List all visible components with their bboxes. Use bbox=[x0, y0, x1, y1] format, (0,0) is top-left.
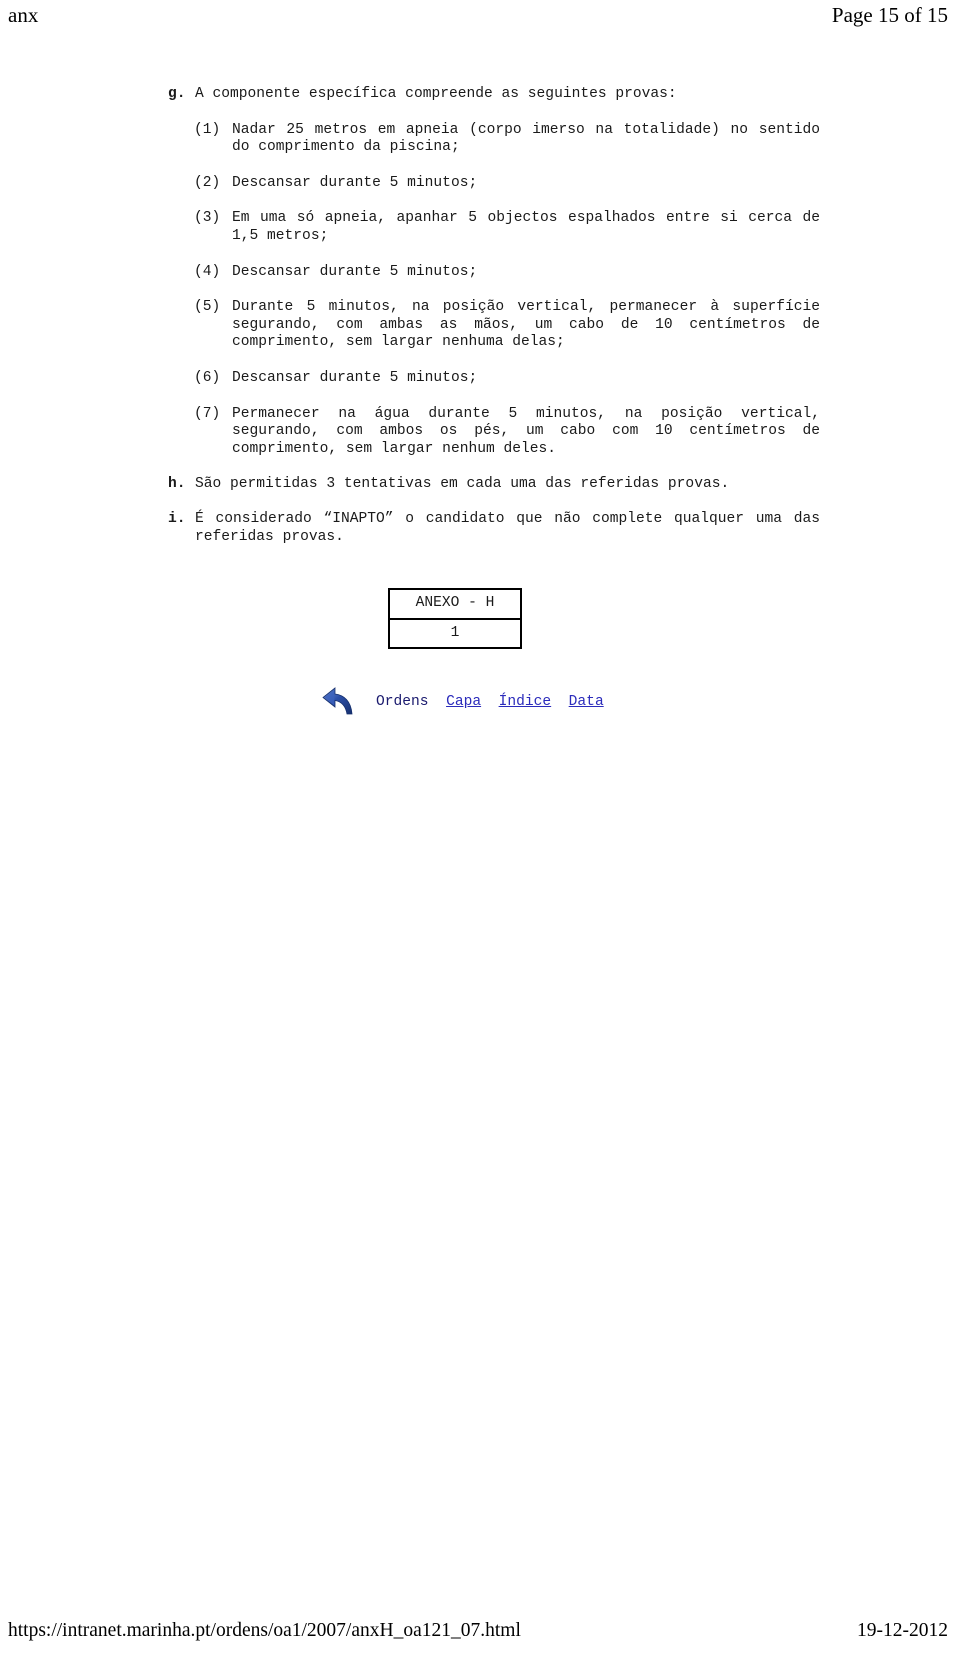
print-header: anx Page 15 of 15 bbox=[0, 0, 960, 34]
clause-marker: (6) bbox=[194, 369, 221, 386]
clause-text: É considerado “INAPTO” o candidato que n… bbox=[195, 510, 820, 545]
clause-i: i. É considerado “INAPTO” o candidato qu… bbox=[0, 511, 960, 546]
clause-text: Descansar durante 5 minutos; bbox=[232, 369, 478, 386]
clause-marker: g. bbox=[168, 86, 186, 102]
clause-marker: (3) bbox=[194, 210, 221, 227]
clause-4: (4) Descansar durante 5 minutos; bbox=[0, 264, 960, 282]
document-body: g. A componente específica compreende as… bbox=[0, 86, 960, 719]
anexo-page-number-cell: 1 bbox=[388, 617, 522, 650]
clause-6: (6) Descansar durante 5 minutos; bbox=[0, 370, 960, 388]
nav-item-data[interactable]: Data bbox=[569, 694, 604, 710]
anexo-title-cell: ANEXO - H bbox=[388, 588, 522, 620]
nav-item-capa[interactable]: Capa bbox=[446, 694, 481, 710]
clause-text: Descansar durante 5 minutos; bbox=[232, 263, 478, 280]
clause-1: (1) Nadar 25 metros em apneia (corpo ime… bbox=[0, 122, 960, 157]
clause-text: Durante 5 minutos, na posição vertical, … bbox=[232, 299, 820, 351]
clause-text: Permanecer na água durante 5 minutos, na… bbox=[232, 405, 820, 457]
navigation-row: Ordens__Capa__Índice__Data bbox=[0, 685, 960, 719]
nav-links: Ordens__Capa__Índice__Data bbox=[376, 693, 604, 711]
nav-separator: __ bbox=[429, 694, 447, 710]
clause-marker: (4) bbox=[194, 263, 221, 280]
clause-marker: h. bbox=[168, 476, 186, 493]
clause-h: h. São permitidas 3 tentativas em cada u… bbox=[0, 476, 960, 494]
clause-3: (3) Em uma só apneia, apanhar 5 objectos… bbox=[0, 210, 960, 245]
header-page-indicator: Page 15 of 15 bbox=[831, 3, 948, 27]
footer-url: https://intranet.marinha.pt/ordens/oa1/2… bbox=[8, 1620, 521, 1641]
clause-5: (5) Durante 5 minutos, na posição vertic… bbox=[0, 299, 960, 352]
clause-marker: i. bbox=[168, 510, 186, 527]
table-row: ANEXO - H bbox=[388, 588, 522, 620]
nav-separator: __ bbox=[481, 694, 499, 710]
clause-text: São permitidas 3 tentativas em cada uma … bbox=[195, 476, 730, 493]
clause-text: A componente específica compreende as se… bbox=[195, 86, 677, 102]
nav-item-ordens[interactable]: Ordens bbox=[376, 694, 429, 710]
header-document-title: anx bbox=[8, 3, 39, 27]
back-arrow-icon[interactable] bbox=[322, 687, 356, 717]
print-footer: https://intranet.marinha.pt/ordens/oa1/2… bbox=[0, 1616, 960, 1646]
clause-marker: (7) bbox=[194, 405, 221, 422]
clause-text: Descansar durante 5 minutos; bbox=[232, 174, 478, 191]
clause-marker: (1) bbox=[194, 121, 221, 138]
nav-item-indice[interactable]: Índice bbox=[499, 694, 552, 710]
nav-separator: __ bbox=[551, 694, 569, 710]
clause-7: (7) Permanecer na água durante 5 minutos… bbox=[0, 406, 960, 459]
clause-text: Em uma só apneia, apanhar 5 objectos esp… bbox=[232, 210, 820, 244]
anexo-table: ANEXO - H 1 bbox=[388, 588, 522, 650]
anexo-block: ANEXO - H 1 bbox=[0, 588, 960, 650]
clause-marker: (2) bbox=[194, 174, 221, 191]
clause-g: g. A componente específica compreende as… bbox=[0, 86, 960, 104]
clause-2: (2) Descansar durante 5 minutos; bbox=[0, 175, 960, 193]
table-row: 1 bbox=[388, 617, 522, 650]
footer-date: 19-12-2012 bbox=[857, 1620, 948, 1641]
clause-marker: (5) bbox=[194, 299, 221, 316]
clause-text: Nadar 25 metros em apneia (corpo imerso … bbox=[232, 121, 820, 156]
